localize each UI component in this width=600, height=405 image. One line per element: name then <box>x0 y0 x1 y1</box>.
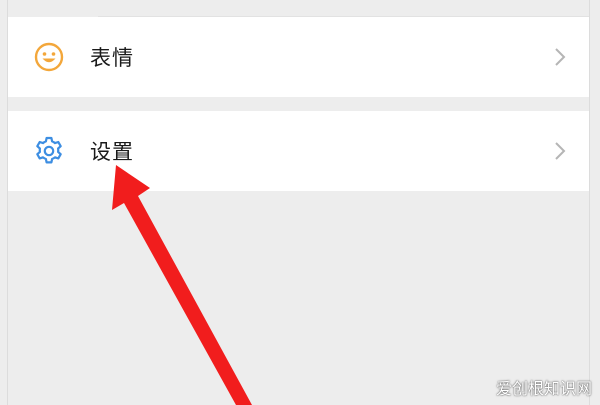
smiley-icon <box>34 42 64 72</box>
menu-item-emoji[interactable]: 表情 <box>8 17 589 97</box>
watermark: 爱创根知识网 <box>495 379 592 398</box>
settings-menu-screen: 表情 设置 <box>8 0 589 405</box>
chevron-right-icon <box>555 48 566 66</box>
section-gap <box>8 97 589 111</box>
gear-icon <box>36 136 62 164</box>
frame-border-right <box>589 0 590 405</box>
menu-item-label: 表情 <box>90 46 134 70</box>
menu-item-settings[interactable]: 设置 <box>8 111 589 191</box>
menu-item-label: 设置 <box>90 140 134 164</box>
frame-border-left <box>7 0 8 405</box>
chevron-right-icon <box>555 142 566 160</box>
